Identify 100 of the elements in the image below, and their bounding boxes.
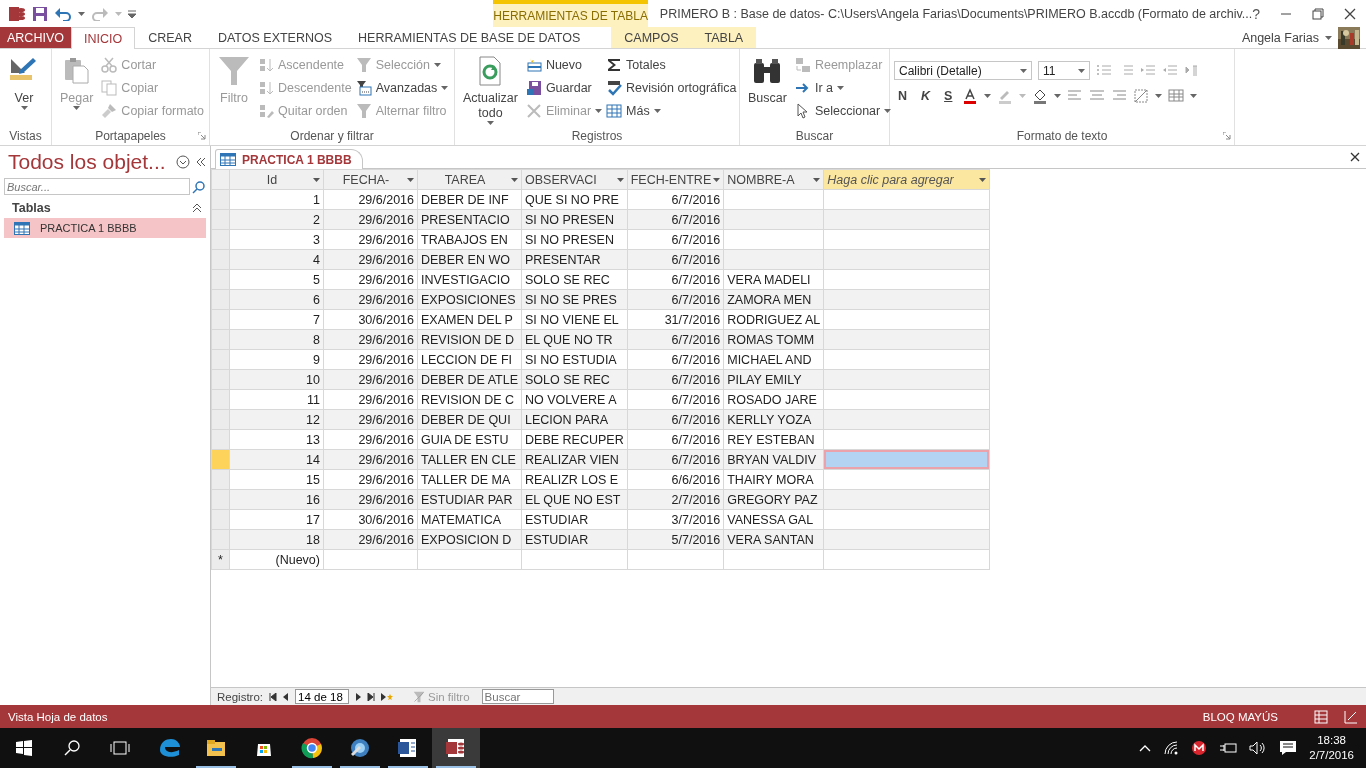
search-field[interactable]: Buscar...: [4, 178, 190, 195]
table-cell[interactable]: [823, 309, 990, 330]
gridlines-icon[interactable]: [1133, 88, 1150, 104]
nav-item[interactable]: PRACTICA 1 BBBB: [4, 218, 206, 238]
record-selector[interactable]: [211, 349, 230, 370]
user-name[interactable]: Angela Farias: [1241, 30, 1319, 45]
select-all-corner[interactable]: [211, 169, 230, 190]
column-header[interactable]: FECHA-: [323, 169, 418, 190]
table-color-icon[interactable]: [1168, 88, 1185, 104]
table-cell[interactable]: [823, 189, 990, 210]
ribbon-button[interactable]: Buscar: [744, 53, 791, 127]
record-selector[interactable]: [211, 189, 230, 210]
datasheet-view-icon[interactable]: [1314, 709, 1328, 724]
ribbon-button[interactable]: Ir a: [794, 78, 892, 97]
table-cell[interactable]: [823, 269, 990, 290]
launcher-icon[interactable]: [1223, 132, 1231, 140]
task-view-icon[interactable]: [110, 740, 130, 756]
next-record-icon[interactable]: [355, 692, 362, 701]
font-field[interactable]: Calibri (Detalle): [894, 61, 1032, 80]
clock-time[interactable]: 18:38: [1317, 733, 1346, 748]
ribbon-button[interactable]: Seleccionar: [794, 101, 892, 120]
record-selector[interactable]: [211, 429, 230, 450]
record-selector[interactable]: [211, 509, 230, 530]
collapse-icon[interactable]: [196, 157, 206, 167]
record-selector[interactable]: [211, 209, 230, 230]
record-selector[interactable]: [211, 529, 230, 550]
column-header[interactable]: Id: [229, 169, 324, 190]
ribbon-tab[interactable]: CAMPOS: [611, 27, 692, 48]
section-header[interactable]: Tablas: [12, 201, 51, 215]
search-icon[interactable]: [64, 740, 80, 756]
redo-icon[interactable]: [91, 6, 109, 21]
ribbon-tab[interactable]: CREAR: [135, 27, 205, 48]
table-cell[interactable]: [823, 349, 990, 370]
close-icon[interactable]: [1350, 152, 1360, 162]
record-selector[interactable]: [211, 309, 230, 330]
ribbon-button[interactable]: Más: [606, 101, 737, 120]
font-size-field[interactable]: 11: [1038, 61, 1090, 80]
fill-color-icon[interactable]: [1032, 88, 1049, 104]
column-header[interactable]: TAREA: [417, 169, 522, 190]
record-selector[interactable]: [211, 229, 230, 250]
table-cell[interactable]: [823, 429, 990, 450]
taskbar-app[interactable]: [432, 728, 480, 768]
first-record-icon[interactable]: [269, 692, 278, 701]
notification-icon[interactable]: [1279, 740, 1298, 756]
bold-button[interactable]: N: [894, 89, 912, 103]
column-header[interactable]: FECH-ENTRE: [627, 169, 724, 190]
ribbon-tab[interactable]: INICIO: [70, 27, 136, 49]
last-record-icon[interactable]: [367, 692, 376, 701]
ribbon-button[interactable]: Revisión ortográfica: [606, 78, 737, 97]
record-selector[interactable]: [211, 389, 230, 410]
record-selector[interactable]: [211, 409, 230, 430]
table-cell[interactable]: [823, 389, 990, 410]
record-selector[interactable]: [211, 289, 230, 310]
customize-icon[interactable]: [128, 9, 136, 18]
ribbon-button[interactable]: Totales: [606, 55, 737, 74]
collapse-icon[interactable]: [192, 203, 202, 213]
shield-app-icon[interactable]: [1191, 740, 1208, 756]
help-button[interactable]: ?: [1252, 5, 1260, 22]
column-header[interactable]: NOMBRE-A: [723, 169, 824, 190]
column-header[interactable]: OBSERVACI: [521, 169, 628, 190]
ribbon-tab[interactable]: TABLA: [691, 27, 757, 48]
chevron-up-icon[interactable]: [1139, 744, 1152, 752]
table-cell[interactable]: [823, 509, 990, 530]
battery-icon[interactable]: [1219, 741, 1238, 755]
record-selector[interactable]: [211, 489, 230, 510]
ribbon-button[interactable]: Nuevo: [525, 55, 603, 74]
table-cell[interactable]: [823, 229, 990, 250]
save-icon[interactable]: [32, 5, 48, 22]
ribbon-button[interactable]: Actualizar todo: [459, 53, 522, 127]
record-selector[interactable]: [211, 249, 230, 270]
ribbon-tab[interactable]: DATOS EXTERNOS: [204, 27, 346, 48]
clock-date[interactable]: 2/7/2016: [1309, 748, 1354, 763]
database-app-icon[interactable]: [8, 4, 26, 23]
search-field[interactable]: Buscar: [481, 689, 554, 704]
column-header[interactable]: Haga clic para agregar: [823, 169, 990, 190]
record-selector[interactable]: [211, 269, 230, 290]
ribbon-button[interactable]: Avanzadas: [355, 78, 449, 97]
record-position-field[interactable]: 14 de 18: [295, 689, 350, 704]
dropdown-icon[interactable]: [176, 155, 190, 169]
underline-button[interactable]: S: [940, 89, 957, 103]
document-tab[interactable]: PRACTICA 1 BBBB: [215, 149, 363, 169]
close-icon[interactable]: [1344, 7, 1356, 20]
table-cell[interactable]: [823, 469, 990, 490]
record-selector[interactable]: [211, 449, 230, 470]
restore-icon[interactable]: [1312, 7, 1324, 20]
volume-icon[interactable]: [1249, 741, 1268, 755]
ribbon-tab[interactable]: ARCHIVO: [0, 27, 71, 48]
undo-icon[interactable]: [54, 6, 72, 21]
previous-record-icon[interactable]: [283, 692, 290, 701]
ribbon-button[interactable]: Ver: [4, 53, 44, 127]
new-record-icon[interactable]: [381, 692, 394, 701]
record-selector[interactable]: [211, 469, 230, 490]
launcher-icon[interactable]: [198, 132, 206, 140]
wifi-icon[interactable]: [1163, 741, 1180, 755]
record-selector[interactable]: [211, 329, 230, 350]
record-selector[interactable]: [211, 369, 230, 390]
design-view-icon[interactable]: [1344, 709, 1358, 724]
highlight-icon[interactable]: [997, 88, 1014, 104]
paragraph-direction-icon[interactable]: [1184, 62, 1200, 79]
ribbon-button[interactable]: Guardar: [525, 78, 603, 97]
